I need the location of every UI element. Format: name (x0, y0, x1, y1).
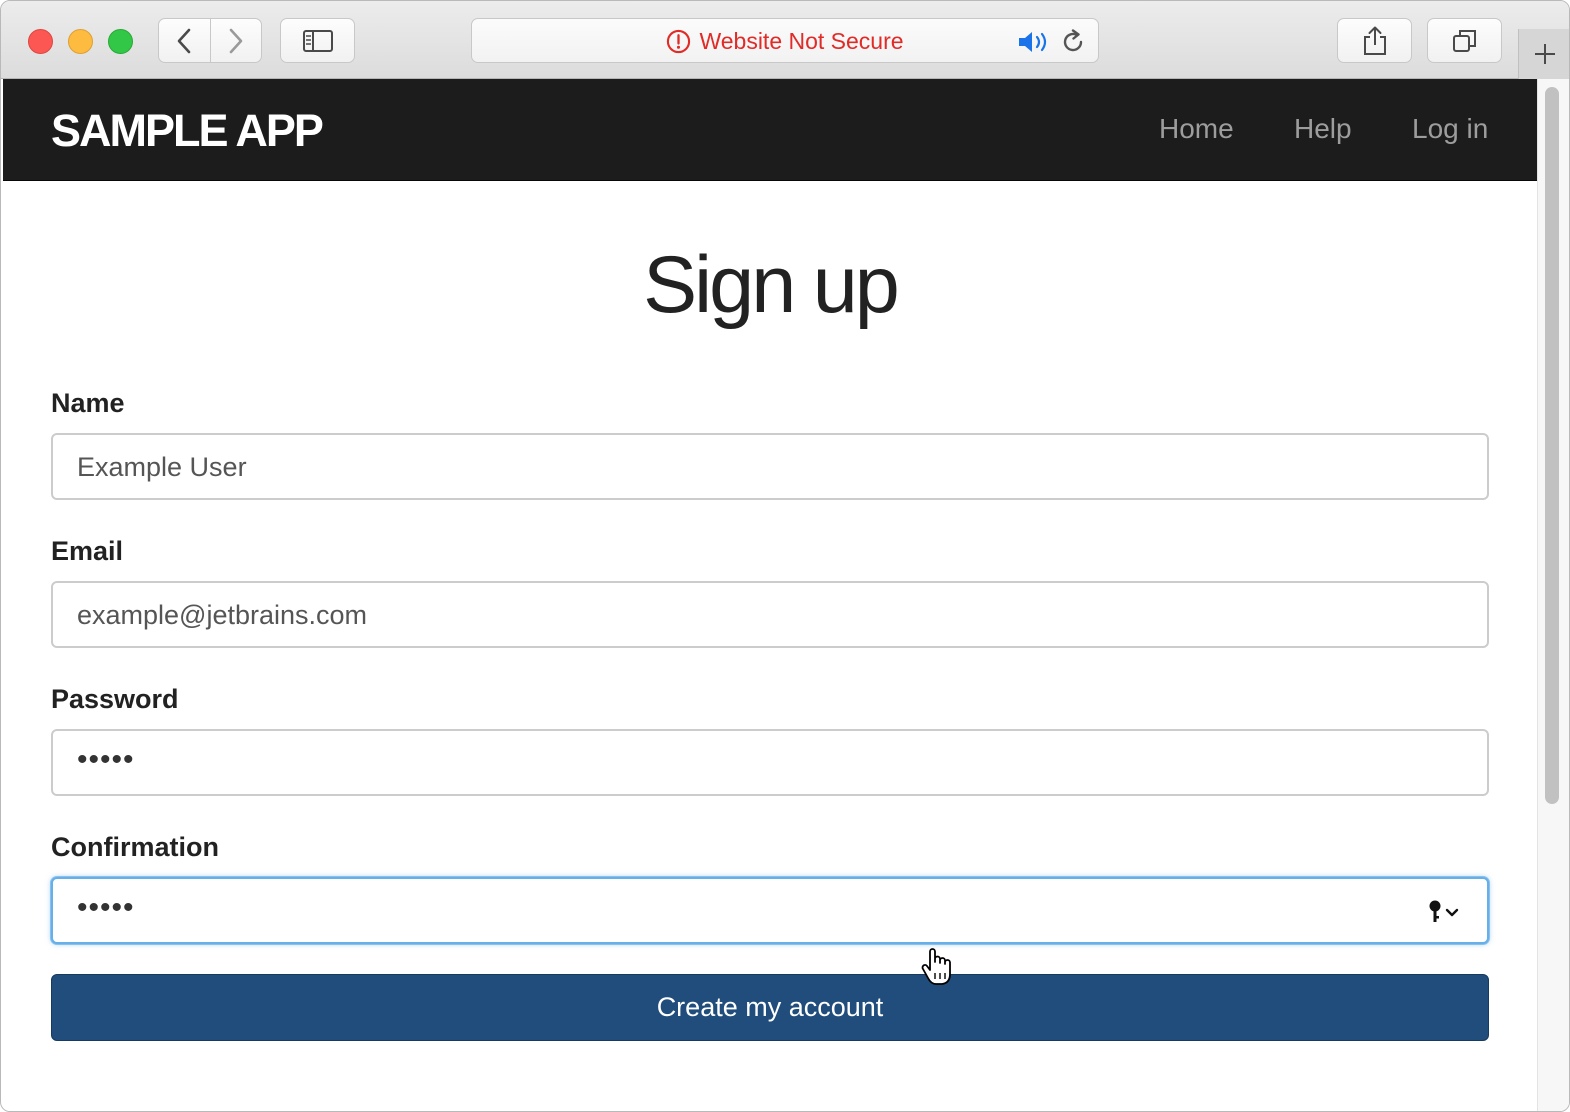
plus-icon (1535, 44, 1555, 64)
exclamation-circle-icon (667, 29, 691, 54)
share-button[interactable] (1337, 18, 1412, 63)
password-field-value: ••••• (77, 743, 135, 776)
security-warning: Website Not Secure (472, 19, 1098, 64)
close-window-button[interactable] (28, 29, 53, 54)
confirmation-label: Confirmation (51, 832, 219, 862)
confirmation-field[interactable]: ••••• (51, 877, 1489, 944)
password-field[interactable]: ••••• (51, 729, 1489, 796)
browser-toolbar: Website Not Secure (1, 1, 1569, 79)
create-account-button[interactable]: Create my account (51, 974, 1489, 1041)
browser-window: Website Not Secure SAMPLE APP Home Help … (0, 0, 1570, 1112)
history-navigation (158, 18, 262, 63)
password-label: Password (51, 684, 179, 714)
tabs-overview-button[interactable] (1427, 18, 1502, 63)
speaker-icon[interactable] (1017, 30, 1053, 54)
forward-button[interactable] (209, 19, 261, 62)
nav-link-home[interactable]: Home (1159, 113, 1234, 145)
sidebar-icon (302, 29, 333, 52)
email-label: Email (51, 536, 124, 566)
key-icon[interactable] (1427, 899, 1461, 925)
minimize-window-button[interactable] (68, 29, 93, 54)
name-field-value: Example User (77, 452, 247, 482)
confirmation-field-value: ••••• (77, 891, 135, 924)
nav-link-login[interactable]: Log in (1412, 113, 1488, 145)
email-field[interactable]: example@jetbrains.com (51, 581, 1489, 648)
chevron-left-icon (178, 28, 191, 53)
security-warning-text: Website Not Secure (699, 28, 904, 54)
name-field[interactable]: Example User (51, 433, 1489, 500)
nav-link-help[interactable]: Help (1294, 113, 1352, 145)
chevron-right-icon (229, 28, 243, 53)
page-title: Sign up (643, 240, 900, 330)
new-tab-button[interactable] (1518, 29, 1569, 79)
scrollbar-thumb[interactable] (1545, 87, 1559, 804)
brand-logo[interactable]: SAMPLE APP (51, 105, 324, 157)
tabs-overview-icon (1452, 29, 1476, 52)
page-content: SAMPLE APP Home Help Log in Sign up Name… (3, 79, 1537, 1111)
address-bar[interactable]: Website Not Secure (471, 18, 1099, 63)
back-button[interactable] (159, 19, 210, 62)
hand-pointer-icon (921, 948, 951, 985)
zoom-window-button[interactable] (108, 29, 133, 54)
reload-icon[interactable] (1060, 29, 1086, 55)
app-navbar: SAMPLE APP Home Help Log in (3, 79, 1537, 181)
email-field-value: example@jetbrains.com (77, 600, 368, 630)
share-icon (1363, 26, 1386, 55)
sidebar-button[interactable] (280, 18, 355, 63)
name-label: Name (51, 388, 125, 418)
